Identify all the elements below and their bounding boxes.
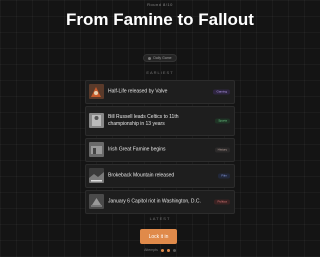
event-text: January 6 Capitol riot in Washington, D.… xyxy=(108,198,201,205)
lock-it-in-button[interactable]: Lock it in xyxy=(140,229,177,244)
attempt-dot-icon xyxy=(160,248,164,252)
event-text: Irish Great Famine begins xyxy=(108,146,166,153)
timeline-card[interactable]: January 6 Capitol riot in Washington, D.… xyxy=(85,190,235,214)
category-badge: History xyxy=(214,147,230,153)
attempt-dot-icon xyxy=(166,248,170,252)
sports-thumbnail xyxy=(89,113,104,128)
pill-label: Daily Game xyxy=(153,56,172,60)
timeline-card[interactable]: Brokeback Mountain released Film xyxy=(85,164,235,188)
game-thumbnail xyxy=(89,84,104,99)
timeline-card[interactable]: Irish Great Famine begins History xyxy=(85,138,235,162)
event-text: Brokeback Mountain released xyxy=(108,172,175,179)
event-text: Bill Russell leads Celtics to 11th champ… xyxy=(108,114,179,127)
timeline-card[interactable]: Bill Russell leads Celtics to 11th champ… xyxy=(85,106,235,136)
attempts-label: Attempts xyxy=(144,248,158,252)
film-thumbnail xyxy=(89,168,104,183)
round-label: Round 8/10 xyxy=(147,2,173,7)
event-text: Half-Life released by Valve xyxy=(108,88,168,95)
latest-label: LATEST xyxy=(149,216,171,221)
daily-game-pill[interactable]: Daily Game xyxy=(143,54,177,62)
timeline-list: Half-Life released by Valve Gaming Bill … xyxy=(85,80,235,216)
page-title: From Famine to Fallout xyxy=(66,10,254,29)
history-thumbnail xyxy=(89,142,104,157)
calendar-icon xyxy=(148,56,152,60)
earliest-label: EARLIEST xyxy=(146,70,174,75)
category-badge: Film xyxy=(218,173,230,179)
category-badge: Gaming xyxy=(213,89,230,95)
timeline-card[interactable]: Half-Life released by Valve Gaming xyxy=(85,80,235,104)
category-badge: Politics xyxy=(214,199,230,205)
attempts-indicator: Attempts xyxy=(0,248,320,252)
attempt-dot-icon xyxy=(172,248,176,252)
politics-thumbnail xyxy=(89,194,104,209)
category-badge: Sports xyxy=(215,118,230,124)
